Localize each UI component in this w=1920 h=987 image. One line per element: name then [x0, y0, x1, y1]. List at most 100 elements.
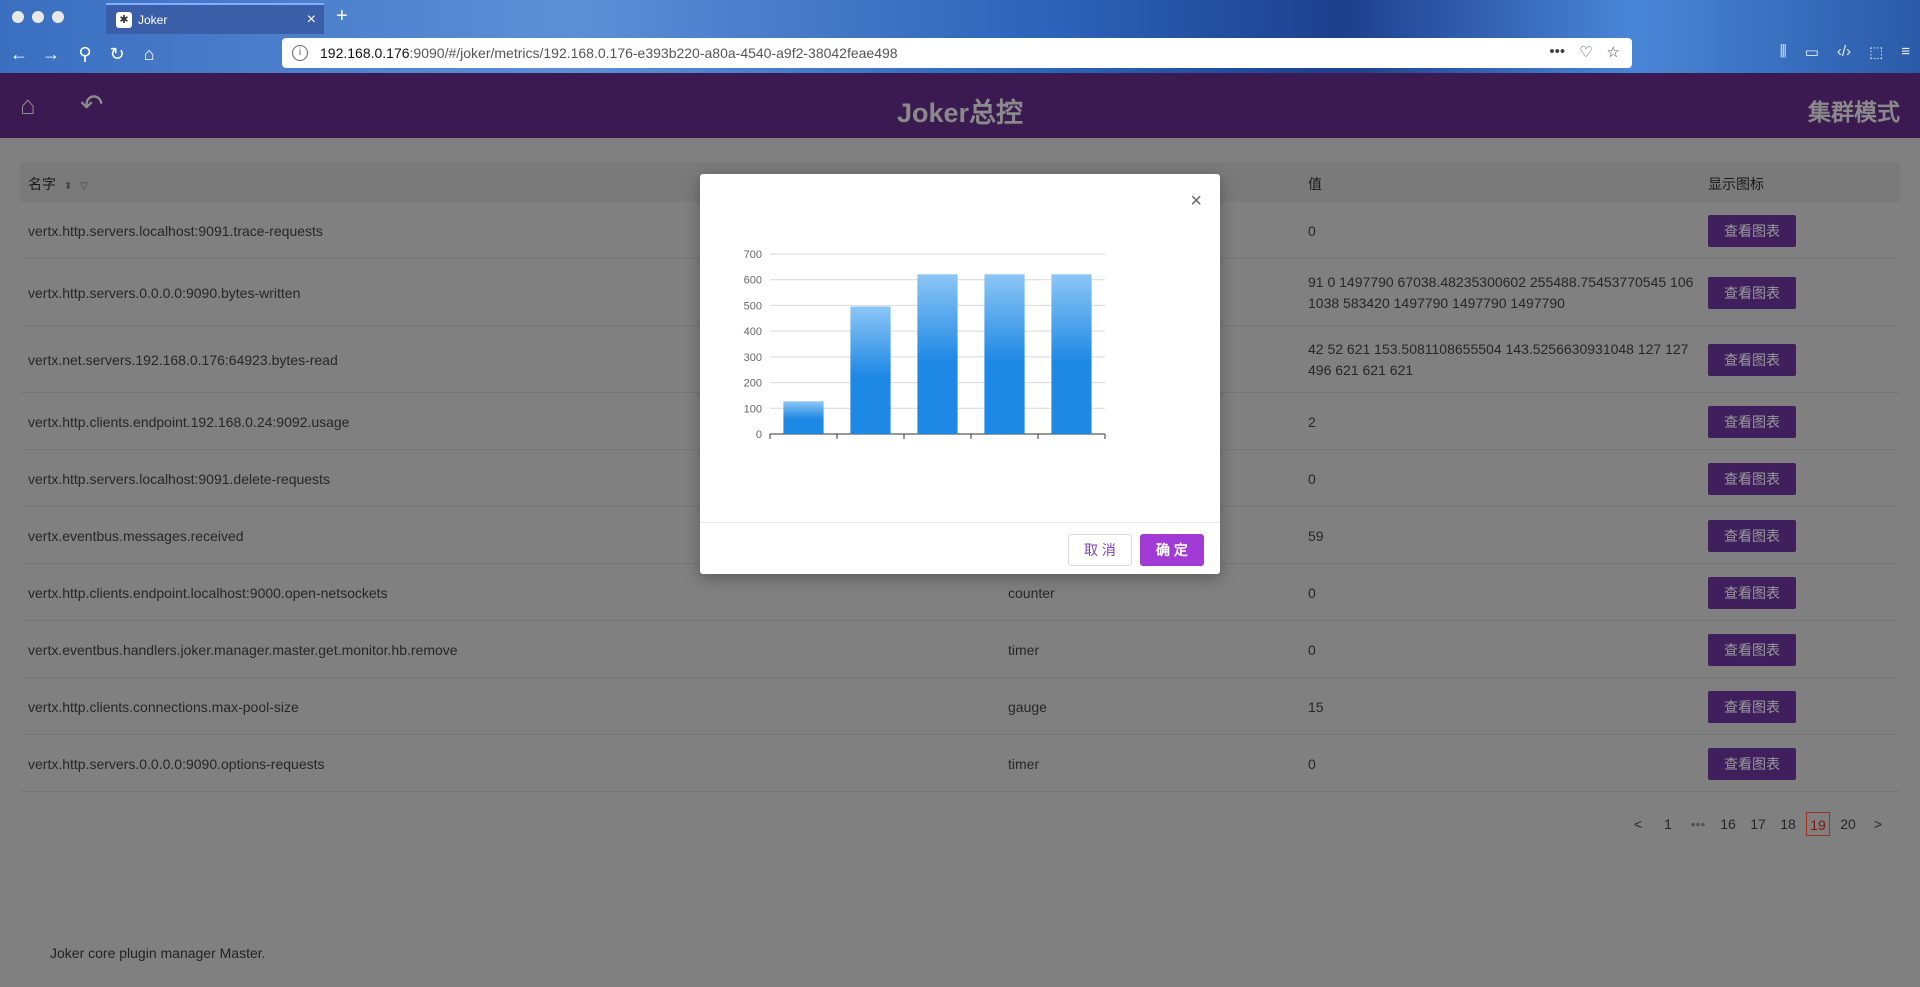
- metric-name: vertx.http.servers.0.0.0.0:9090.options-…: [28, 755, 325, 772]
- view-chart-button[interactable]: 查看图表: [1708, 343, 1796, 376]
- metric-name: vertx.http.clients.endpoint.192.168.0.24…: [28, 413, 350, 430]
- metric-type: timer: [1008, 755, 1040, 772]
- metric-value: 0: [1308, 641, 1316, 658]
- devtools-icon[interactable]: ‹/›: [1837, 43, 1851, 61]
- bar[interactable]: [1051, 274, 1092, 434]
- tab-strip: ✱ Joker × +: [0, 0, 1920, 34]
- back-arrow-icon[interactable]: ←: [8, 43, 30, 65]
- view-chart-button[interactable]: 查看图表: [1708, 462, 1796, 495]
- y-tick-label: 700: [744, 249, 762, 261]
- page-17[interactable]: 17: [1746, 812, 1770, 836]
- menu-icon[interactable]: ≡: [1901, 43, 1910, 61]
- sidebar-icon[interactable]: ▭: [1805, 43, 1819, 61]
- metric-name: vertx.http.clients.endpoint.localhost:90…: [28, 584, 388, 601]
- browser-tab[interactable]: ✱ Joker ×: [106, 3, 324, 34]
- home-icon[interactable]: ⌂: [138, 43, 160, 65]
- tab-close-icon[interactable]: ×: [307, 11, 316, 28]
- page-title: Joker总控: [896, 98, 1024, 128]
- bar[interactable]: [984, 274, 1025, 434]
- bookmark-star-icon[interactable]: ☆: [1607, 43, 1620, 61]
- cluster-mode-label[interactable]: 集群模式: [1808, 93, 1900, 127]
- app-header: ⌂ ↶ Joker总控 集群模式: [0, 73, 1920, 138]
- metric-name: vertx.http.clients.connections.max-pool-…: [28, 698, 299, 715]
- view-chart-button[interactable]: 查看图表: [1708, 633, 1796, 666]
- zoom-window-icon[interactable]: [52, 11, 64, 23]
- metric-value: 42 52 621 153.5081108655504 143.52566309…: [1308, 340, 1689, 378]
- column-value-header: 值: [1308, 176, 1322, 192]
- next-page-icon[interactable]: >: [1866, 812, 1890, 836]
- ellipsis[interactable]: •••: [1686, 812, 1710, 836]
- cancel-button[interactable]: 取 消: [1068, 534, 1132, 566]
- minimize-window-icon[interactable]: [32, 11, 44, 23]
- ok-button[interactable]: 确 定: [1140, 534, 1204, 566]
- metric-name: vertx.net.servers.192.168.0.176:64923.by…: [28, 351, 338, 368]
- wrench-icon[interactable]: ⚲: [74, 43, 96, 65]
- view-chart-button[interactable]: 查看图表: [1708, 576, 1796, 609]
- bar[interactable]: [850, 306, 891, 434]
- info-icon[interactable]: i: [292, 45, 308, 61]
- metric-name: vertx.http.servers.localhost:9091.delete…: [28, 470, 330, 487]
- view-chart-button[interactable]: 查看图表: [1708, 747, 1796, 780]
- table-row: vertx.http.servers.0.0.0.0:9090.options-…: [20, 735, 1900, 792]
- url-path: :9090/#/joker/metrics/192.168.0.176-e393…: [409, 45, 898, 61]
- metric-name: vertx.http.servers.0.0.0.0:9090.bytes-wr…: [28, 284, 301, 301]
- page-19-current[interactable]: 19: [1806, 812, 1830, 836]
- metric-type: timer: [1008, 641, 1040, 658]
- metric-value: 2: [1308, 413, 1316, 430]
- page-16[interactable]: 16: [1716, 812, 1740, 836]
- view-chart-button[interactable]: 查看图表: [1708, 276, 1796, 309]
- close-icon[interactable]: ×: [1190, 190, 1202, 213]
- table-row: vertx.http.clients.connections.max-pool-…: [20, 678, 1900, 735]
- nav-bar: ← → ⚲ ↻ ⌂ i 192.168.0.176 :9090/#/joker/…: [0, 34, 1920, 73]
- metric-value: 0: [1308, 584, 1316, 601]
- metric-name: vertx.eventbus.handlers.joker.manager.ma…: [28, 641, 458, 658]
- page-18[interactable]: 18: [1776, 812, 1800, 836]
- y-tick-label: 0: [756, 429, 762, 441]
- url-host: 192.168.0.176: [320, 45, 410, 61]
- metric-name: vertx.http.servers.localhost:9091.trace-…: [28, 222, 323, 239]
- prev-page-icon[interactable]: <: [1626, 812, 1650, 836]
- sort-icon[interactable]: ⬍: [64, 181, 72, 192]
- page-1[interactable]: 1: [1656, 812, 1680, 836]
- view-chart-button[interactable]: 查看图表: [1708, 690, 1796, 723]
- y-tick-label: 100: [744, 403, 762, 415]
- library-icon[interactable]: ⫼: [1780, 43, 1787, 61]
- tab-title: Joker: [138, 12, 168, 27]
- y-tick-label: 300: [744, 352, 762, 364]
- column-chart-header: 显示图标: [1708, 176, 1764, 192]
- metric-value: 91 0 1497790 67038.48235300602 255488.75…: [1308, 273, 1694, 311]
- bar-chart: 0 100 200 300 400 500 600 700: [744, 249, 1106, 441]
- joker-favicon-icon: ✱: [116, 11, 132, 28]
- metric-value: 15: [1308, 698, 1324, 715]
- filter-icon[interactable]: ▽: [80, 181, 88, 192]
- column-name-header[interactable]: 名字 ⬍ ▽: [28, 174, 88, 194]
- metric-name: vertx.eventbus.messages.received: [28, 527, 244, 544]
- view-chart-button[interactable]: 查看图表: [1708, 214, 1796, 247]
- y-tick-label: 200: [744, 378, 762, 390]
- url-bar[interactable]: i 192.168.0.176 :9090/#/joker/metrics/19…: [282, 38, 1632, 68]
- pocket-icon[interactable]: ♡: [1579, 43, 1592, 61]
- pagination: < 1 ••• 16 17 18 19 20 >: [1626, 812, 1890, 836]
- metric-type: gauge: [1008, 698, 1047, 715]
- y-tick-label: 500: [744, 300, 762, 312]
- metric-value: 59: [1308, 527, 1324, 544]
- view-chart-button[interactable]: 查看图表: [1708, 519, 1796, 552]
- forward-arrow-icon[interactable]: →: [40, 43, 62, 65]
- close-window-icon[interactable]: [12, 11, 24, 23]
- metric-value: 0: [1308, 755, 1316, 772]
- table-row: vertx.eventbus.handlers.joker.manager.ma…: [20, 621, 1900, 678]
- bar[interactable]: [783, 401, 824, 434]
- page-20[interactable]: 20: [1836, 812, 1860, 836]
- metric-type: counter: [1008, 584, 1055, 601]
- y-tick-label: 400: [744, 326, 762, 338]
- modal-divider: [700, 522, 1220, 523]
- reload-icon[interactable]: ↻: [106, 43, 128, 65]
- screenshot-icon[interactable]: ⬚: [1869, 43, 1883, 61]
- metric-value: 0: [1308, 470, 1316, 487]
- page-actions-icon[interactable]: •••: [1549, 43, 1565, 61]
- chart-modal: × 0 100 200 300 400 500 600 700 取 消 确 定: [700, 174, 1220, 574]
- bar[interactable]: [917, 274, 958, 434]
- browser-chrome: ✱ Joker × + ← → ⚲ ↻ ⌂ i 192.168.0.176 :9…: [0, 0, 1920, 73]
- new-tab-icon[interactable]: +: [336, 5, 348, 28]
- view-chart-button[interactable]: 查看图表: [1708, 405, 1796, 438]
